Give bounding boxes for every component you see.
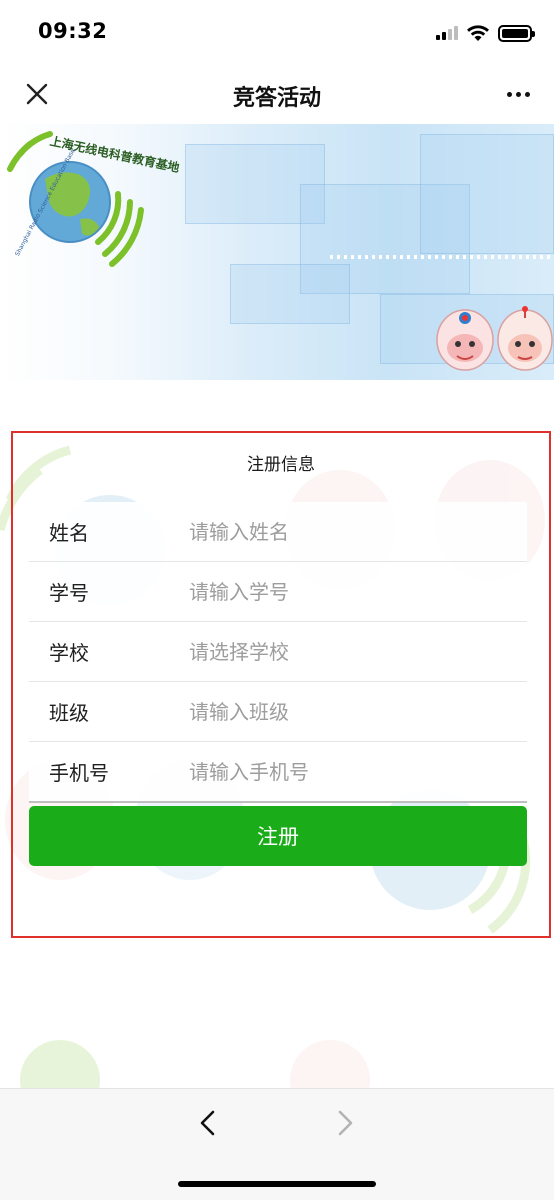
student-id-input[interactable] <box>189 571 527 612</box>
status-time: 09:32 <box>38 19 108 43</box>
mascot-illustration <box>436 306 553 371</box>
banner-image: 上海无线电科普教育基地 Shanghai Radio Science Educa… <box>0 124 554 380</box>
wifi-icon <box>467 25 489 41</box>
field-label-class: 班级 <box>49 701 89 725</box>
field-label-student-id: 学号 <box>49 581 89 605</box>
school-select[interactable] <box>189 631 527 672</box>
field-row-school: 学校 <box>29 622 527 682</box>
field-label-school: 学校 <box>49 641 89 665</box>
field-row-student-id: 学号 <box>29 562 527 622</box>
class-input[interactable] <box>189 691 527 732</box>
battery-icon <box>498 24 535 42</box>
field-row-phone: 手机号 <box>29 742 527 803</box>
status-bar: 09:32 <box>0 0 554 64</box>
forward-arrow-icon[interactable] <box>328 1107 360 1139</box>
back-arrow-icon[interactable] <box>193 1107 225 1139</box>
field-label-phone: 手机号 <box>49 761 109 785</box>
phone-input[interactable] <box>189 751 527 792</box>
home-indicator[interactable] <box>178 1181 376 1187</box>
more-icon[interactable] <box>502 78 534 110</box>
signal-icon <box>436 26 458 40</box>
field-label-name: 姓名 <box>49 521 89 545</box>
field-row-class: 班级 <box>29 682 527 742</box>
registration-form: 注册信息 姓名 学号 学校 班级 手机号 注册 <box>11 431 551 938</box>
page-title: 竞答活动 <box>232 86 321 111</box>
browser-toolbar <box>0 1088 554 1200</box>
register-button[interactable]: 注册 <box>29 806 527 866</box>
nav-bar: 竞答活动 <box>0 64 554 124</box>
name-input[interactable] <box>189 511 527 552</box>
field-row-name: 姓名 <box>29 502 527 562</box>
form-field-list: 姓名 学号 学校 班级 手机号 <box>29 502 527 803</box>
status-icons <box>436 23 535 43</box>
banner-dash-decoration <box>330 255 554 259</box>
form-heading: 注册信息 <box>247 455 315 475</box>
